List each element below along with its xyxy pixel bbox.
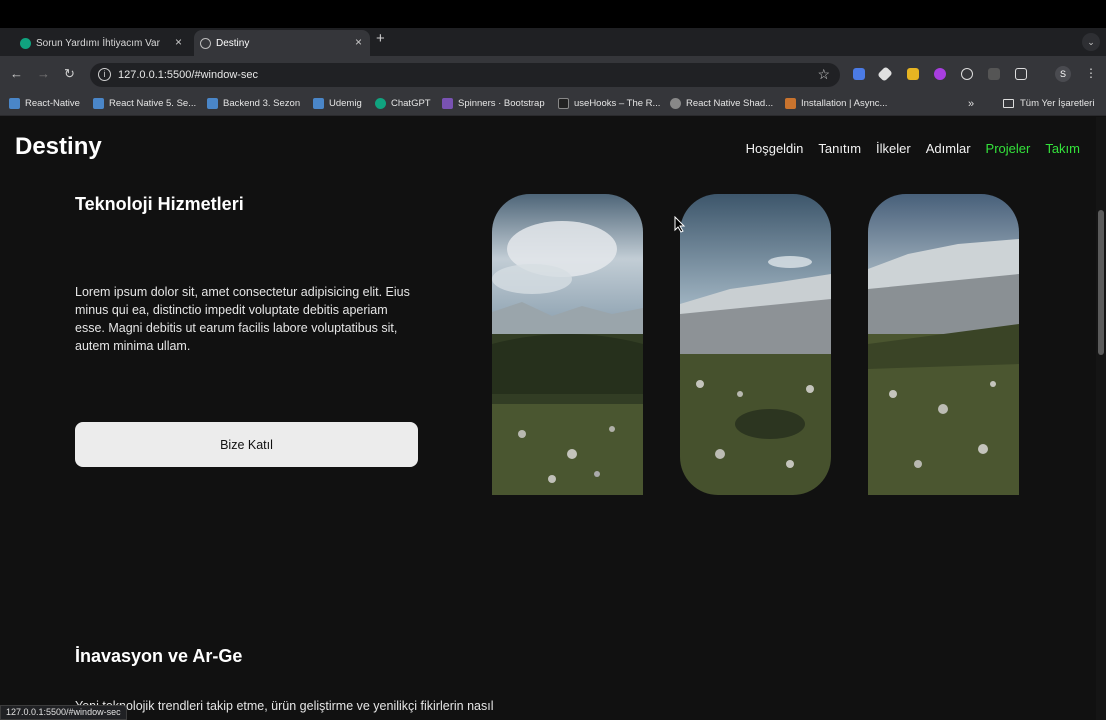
nav-link-tanitim[interactable]: Tanıtım bbox=[818, 141, 861, 156]
window-top-bar bbox=[0, 0, 1106, 28]
globe-icon bbox=[670, 98, 681, 109]
all-bookmarks-folder[interactable]: Tüm Yer İşaretleri bbox=[1003, 98, 1094, 109]
join-us-button[interactable]: Bize Katıl bbox=[75, 422, 418, 467]
more-bookmarks-icon[interactable]: » bbox=[968, 98, 974, 110]
nav-link-projeler[interactable]: Projeler bbox=[986, 141, 1031, 156]
nav-link-takim[interactable]: Takım bbox=[1045, 141, 1080, 156]
site-info-icon[interactable]: i bbox=[98, 68, 111, 81]
globe-favicon-icon bbox=[200, 38, 211, 49]
page-scrollbar[interactable] bbox=[1096, 117, 1106, 720]
tab-sorun-yardimi[interactable]: Sorun Yardımı İhtiyacım Var × bbox=[14, 30, 190, 56]
bookmark-item[interactable]: React-Native bbox=[9, 98, 80, 109]
section-description: Yeni teknolojik trendleri takip etme, ür… bbox=[75, 699, 494, 713]
section-title: Teknoloji Hizmetleri bbox=[75, 194, 244, 214]
status-bar-url: 127.0.0.1:5500/#window-sec bbox=[0, 705, 127, 720]
profile-avatar[interactable]: S bbox=[1055, 66, 1071, 82]
extension-icon[interactable] bbox=[934, 68, 946, 80]
address-bar[interactable]: i 127.0.0.1:5500/#window-sec ☆ bbox=[90, 63, 840, 87]
react-devtools-icon[interactable] bbox=[961, 68, 973, 80]
extensions-puzzle-icon[interactable] bbox=[1015, 68, 1027, 80]
nav-link-hosgeldin[interactable]: Hoşgeldin bbox=[746, 141, 804, 156]
bookmark-item[interactable]: useHooks – The R... bbox=[558, 98, 660, 109]
bootstrap-icon bbox=[442, 98, 453, 109]
bookmark-item[interactable]: Backend 3. Sezon bbox=[207, 98, 300, 109]
bookmark-favicon-icon bbox=[93, 98, 104, 109]
section-title: İnavasyon ve Ar-Ge bbox=[75, 646, 243, 666]
folder-icon bbox=[1003, 99, 1014, 108]
bookmark-favicon-icon bbox=[9, 98, 20, 109]
bookmark-star-icon[interactable]: ☆ bbox=[817, 66, 830, 83]
tab-destiny[interactable]: Destiny × bbox=[194, 30, 370, 56]
new-tab-button[interactable]: + bbox=[376, 30, 385, 47]
reload-icon[interactable]: ↻ bbox=[64, 66, 75, 82]
close-tab-icon[interactable]: × bbox=[355, 35, 362, 49]
bookmark-label: React Native Shad... bbox=[686, 98, 774, 109]
site-logo[interactable]: Destiny bbox=[15, 133, 102, 161]
tab-strip: Sorun Yardımı İhtiyacım Var × Destiny × bbox=[0, 28, 1106, 56]
scrollbar-thumb[interactable] bbox=[1098, 210, 1104, 355]
extension-icon[interactable] bbox=[853, 68, 865, 80]
browser-menu-icon[interactable]: ⋮ bbox=[1085, 66, 1097, 80]
bookmark-label: ChatGPT bbox=[391, 98, 431, 109]
mountain-image-card bbox=[868, 194, 1019, 495]
bookmark-label: React-Native bbox=[25, 98, 80, 109]
mountain-image-card bbox=[492, 194, 643, 495]
web-page: Destiny Hoşgeldin Tanıtım İlkeler Adımla… bbox=[0, 117, 1096, 720]
bookmark-item[interactable]: Installation | Async... bbox=[785, 98, 887, 109]
mouse-cursor-icon bbox=[674, 216, 686, 233]
close-tab-icon[interactable]: × bbox=[175, 35, 182, 49]
bookmark-item[interactable]: Udemig bbox=[313, 98, 362, 109]
bookmark-label: React Native 5. Se... bbox=[109, 98, 197, 109]
extension-icon[interactable] bbox=[907, 68, 919, 80]
tab-title: Destiny bbox=[216, 37, 250, 49]
usehooks-icon bbox=[558, 98, 569, 109]
tab-search-chevron-icon[interactable]: ⌄ bbox=[1082, 33, 1100, 51]
nav-link-adimlar[interactable]: Adımlar bbox=[926, 141, 971, 156]
extension-icon[interactable] bbox=[988, 68, 1000, 80]
folder-label: Tüm Yer İşaretleri bbox=[1020, 98, 1095, 109]
back-arrow-icon[interactable]: ← bbox=[10, 66, 23, 81]
forward-arrow-icon[interactable]: → bbox=[37, 66, 50, 81]
bookmark-label: Installation | Async... bbox=[801, 98, 888, 109]
tab-title: Sorun Yardımı İhtiyacım Var bbox=[36, 37, 160, 49]
site-nav: Hoşgeldin Tanıtım İlkeler Adımlar Projel… bbox=[746, 141, 1080, 156]
async-storage-icon bbox=[785, 98, 796, 109]
url-text: 127.0.0.1:5500/#window-sec bbox=[118, 69, 259, 81]
bookmark-label: Backend 3. Sezon bbox=[223, 98, 301, 109]
bookmark-item[interactable]: Spinners · Bootstrap bbox=[442, 98, 545, 109]
nav-link-ilkeler[interactable]: İlkeler bbox=[876, 141, 911, 156]
bookmark-label: Udemig bbox=[329, 98, 362, 109]
bookmark-favicon-icon bbox=[207, 98, 218, 109]
bookmarks-bar: React-Native React Native 5. Se... Backe… bbox=[0, 94, 1106, 116]
bookmark-item[interactable]: React Native Shad... bbox=[670, 98, 773, 109]
bookmark-label: Spinners · Bootstrap bbox=[458, 98, 545, 109]
bookmark-favicon-icon bbox=[313, 98, 324, 109]
chatgpt-icon bbox=[375, 98, 386, 109]
bookmark-item[interactable]: ChatGPT bbox=[375, 98, 431, 109]
bookmark-label: useHooks – The R... bbox=[574, 98, 661, 109]
bookmark-item[interactable]: React Native 5. Se... bbox=[93, 98, 196, 109]
section-description: Lorem ipsum dolor sit, amet consectetur … bbox=[75, 285, 410, 353]
chatgpt-favicon-icon bbox=[20, 38, 31, 49]
mountain-image-card bbox=[680, 194, 831, 495]
